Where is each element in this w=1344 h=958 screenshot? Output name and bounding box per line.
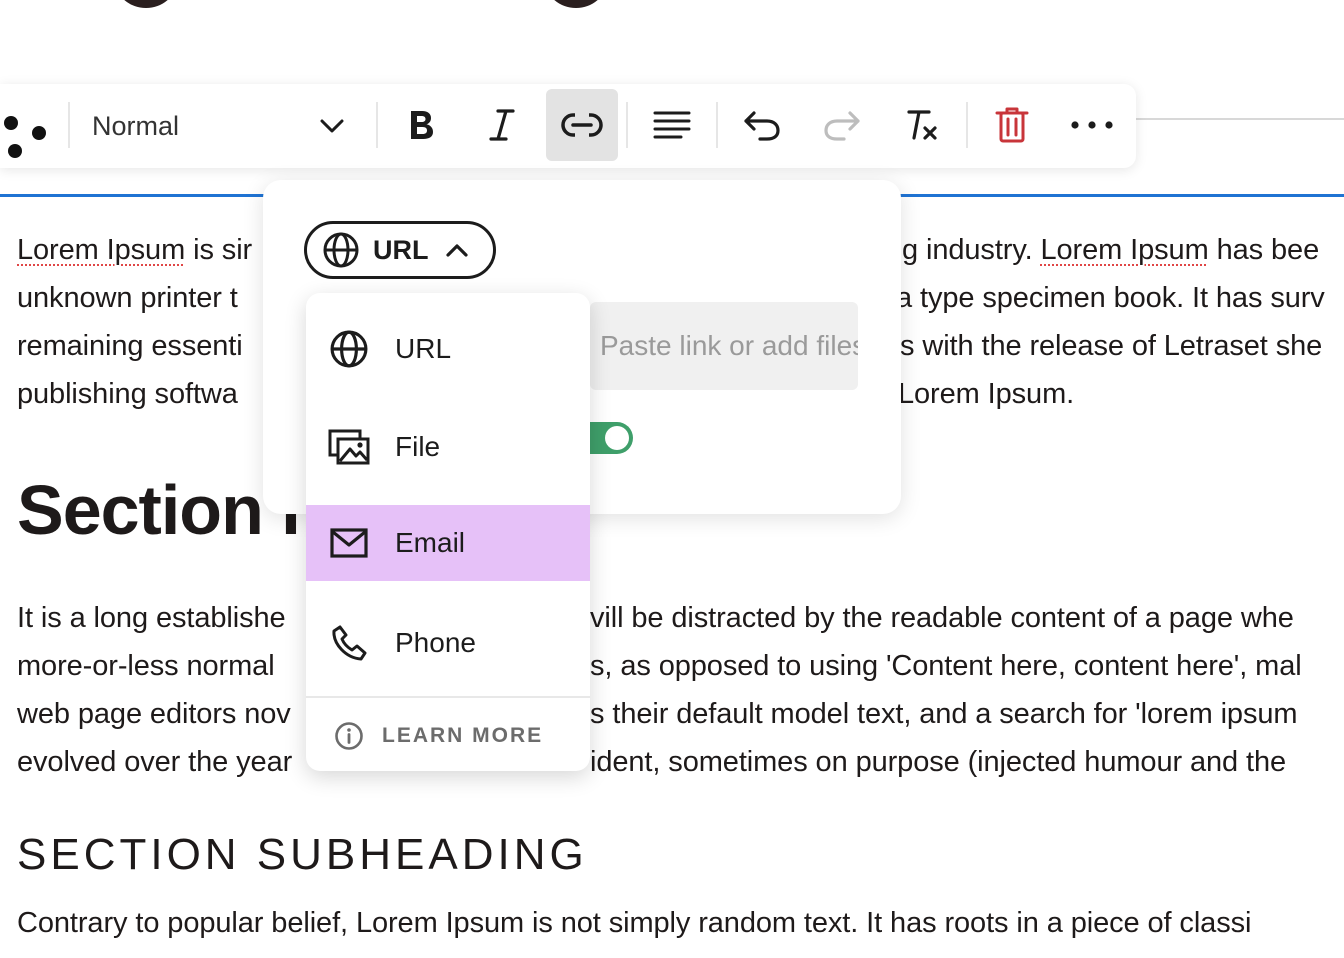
paragraph-line[interactable]: s their default model text, and a search… xyxy=(590,698,1298,731)
chevron-up-icon xyxy=(445,244,468,257)
toggle-knob xyxy=(605,426,629,450)
paragraph-line[interactable]: evolved over the year xyxy=(17,746,292,779)
redo-button[interactable] xyxy=(806,89,878,161)
paragraph-line[interactable]: Lorem Ipsum. xyxy=(898,378,1074,411)
paragraph-line[interactable]: Contrary to popular belief, Lorem Ipsum … xyxy=(17,907,1251,940)
italic-icon xyxy=(489,109,515,141)
paragraph-line[interactable]: ident, sometimes on purpose (injected hu… xyxy=(590,746,1286,779)
toolbar-separator xyxy=(68,102,70,148)
section-subheading[interactable]: SECTION SUBHEADING xyxy=(17,830,588,880)
align-button[interactable] xyxy=(636,89,708,161)
paragraph-line[interactable]: more-or-less normal xyxy=(17,650,275,683)
chevron-down-icon xyxy=(320,119,344,133)
bold-button[interactable] xyxy=(385,89,457,161)
link-type-selector[interactable]: URL xyxy=(304,221,496,279)
menu-item-file[interactable]: File xyxy=(306,409,590,485)
more-button[interactable] xyxy=(1056,89,1128,161)
learn-more-link[interactable]: LEARN MORE xyxy=(334,707,543,765)
paragraph-line[interactable]: vill be distracted by the readable conte… xyxy=(590,602,1294,635)
paragraph-line[interactable]: web page editors nov xyxy=(17,698,291,731)
url-input[interactable] xyxy=(598,322,858,370)
drag-handle-icon[interactable] xyxy=(0,108,52,158)
globe-icon xyxy=(330,330,368,368)
toolbar-separator xyxy=(626,102,628,148)
clear-format-button[interactable] xyxy=(886,89,958,161)
globe-icon xyxy=(323,232,359,268)
trash-icon xyxy=(995,107,1029,143)
info-icon xyxy=(335,722,363,750)
link-icon xyxy=(561,112,603,138)
menu-item-url[interactable]: URL xyxy=(306,311,590,387)
toolbar-separator xyxy=(716,102,718,148)
paragraph-line[interactable]: publishing softwa xyxy=(17,378,238,411)
more-horizontal-icon xyxy=(1071,121,1113,129)
redo-icon xyxy=(824,111,860,141)
url-input-field[interactable] xyxy=(590,302,858,390)
paragraph-line[interactable]: remaining essenti xyxy=(17,330,243,363)
bold-icon xyxy=(411,111,433,139)
menu-item-phone[interactable]: Phone xyxy=(306,605,590,681)
italic-button[interactable] xyxy=(466,89,538,161)
menu-item-label: Phone xyxy=(395,627,476,658)
formatting-toolbar: Normal xyxy=(0,84,1136,168)
images-icon xyxy=(328,429,370,465)
block-style-select[interactable]: Normal xyxy=(92,104,354,148)
paragraph-line[interactable]: s with the release of Letraset she xyxy=(900,330,1322,363)
paragraph-line[interactable]: a type specimen book. It has surv xyxy=(896,282,1325,315)
menu-divider xyxy=(306,696,590,698)
paragraph-line[interactable]: unknown printer t xyxy=(17,282,238,315)
link-type-menu: URL File Email Phone LEARN MORE xyxy=(306,293,590,771)
clear-format-icon xyxy=(907,110,937,140)
toolbar-separator xyxy=(376,102,378,148)
toolbar-separator xyxy=(966,102,968,148)
phone-icon xyxy=(332,625,367,661)
heading-fragment xyxy=(546,0,606,8)
menu-item-label: URL xyxy=(395,333,452,364)
block-style-value: Normal xyxy=(92,110,180,141)
heading-fragment xyxy=(116,0,176,8)
paragraph-line[interactable]: Lorem Ipsum is sir xyxy=(17,234,252,267)
undo-icon xyxy=(744,111,780,141)
align-left-icon xyxy=(653,111,691,139)
paragraph-line[interactable]: It is a long establishe xyxy=(17,602,286,635)
mail-icon xyxy=(330,528,368,558)
paragraph-line[interactable]: g industry. Lorem Ipsum has bee xyxy=(902,234,1319,267)
paragraph-line[interactable]: s, as opposed to using 'Content here, co… xyxy=(590,650,1302,683)
undo-button[interactable] xyxy=(726,89,798,161)
learn-more-label: LEARN MORE xyxy=(382,724,544,747)
menu-item-email[interactable]: Email xyxy=(306,505,590,581)
delete-button[interactable] xyxy=(976,89,1048,161)
link-type-label: URL xyxy=(373,234,429,265)
menu-item-label: Email xyxy=(395,527,466,558)
editor-divider xyxy=(1136,118,1344,120)
link-button[interactable] xyxy=(546,89,618,161)
menu-item-label: File xyxy=(395,431,441,462)
